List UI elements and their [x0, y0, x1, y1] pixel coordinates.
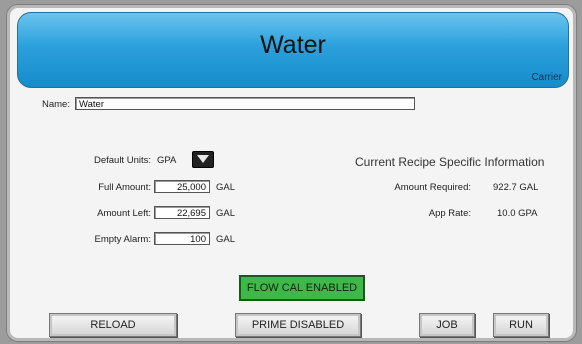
empty-alarm-input[interactable]: 100: [154, 232, 210, 245]
default-units-value: GPA: [157, 155, 177, 166]
empty-alarm-label: Empty Alarm:: [94, 234, 152, 245]
full-amount-label: Full Amount:: [98, 182, 151, 193]
amount-required-value: 922.7 GAL: [493, 182, 539, 193]
units-dropdown-arrow-icon[interactable]: [192, 151, 214, 168]
recipe-info-title: Current Recipe Specific Information: [355, 155, 545, 169]
run-button[interactable]: RUN: [493, 313, 549, 337]
amount-left-unit: GAL: [216, 208, 236, 219]
carrier-panel: Water Carrier Name: Water Default Units:…: [6, 4, 577, 342]
flow-cal-enabled-button[interactable]: FLOW CAL ENABLED: [239, 275, 365, 301]
amount-left-label: Amount Left:: [97, 208, 151, 219]
full-amount-unit: GAL: [216, 182, 236, 193]
header-subtitle: Carrier: [531, 72, 562, 83]
job-button[interactable]: JOB: [419, 313, 475, 337]
empty-alarm-unit: GAL: [216, 234, 236, 245]
header-banner: Water Carrier: [17, 12, 569, 88]
name-input[interactable]: Water: [75, 97, 415, 110]
default-units-label: Default Units:: [93, 155, 151, 166]
name-label: Name:: [42, 99, 70, 110]
amount-required-label: Amount Required:: [394, 182, 471, 193]
prime-disabled-button[interactable]: PRIME DISABLED: [235, 313, 361, 337]
amount-left-input[interactable]: 22,695: [154, 206, 210, 219]
app-rate-value: 10.0 GPA: [497, 208, 538, 219]
page-title: Water: [260, 31, 326, 59]
full-amount-input[interactable]: 25,000: [154, 180, 210, 193]
reload-button[interactable]: RELOAD: [49, 313, 177, 337]
app-rate-label: App Rate:: [428, 208, 471, 219]
